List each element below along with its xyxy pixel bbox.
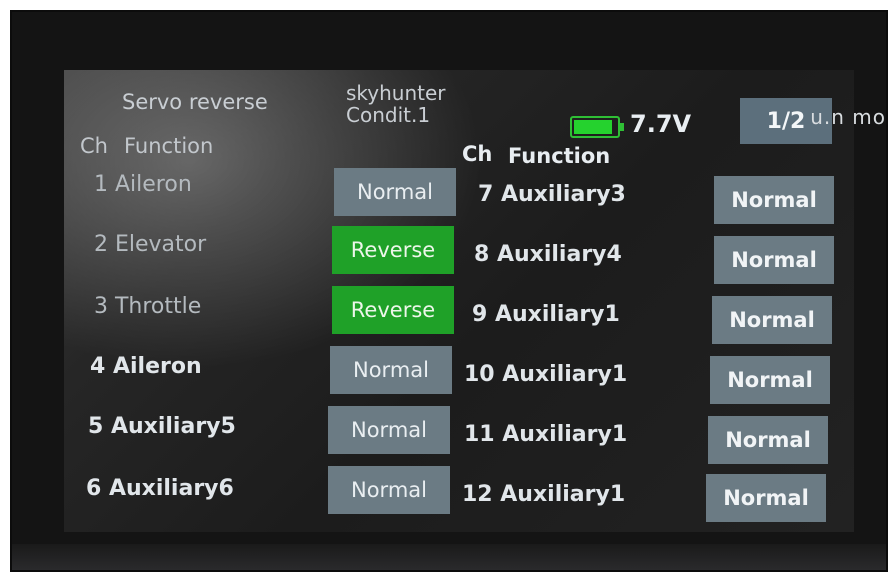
channel-label: 3 Throttle xyxy=(94,294,202,319)
model-info: skyhunter Condit.1 xyxy=(346,82,446,126)
channel-label: 1 Aileron xyxy=(94,172,192,197)
channel-5-reverse-button[interactable]: Normal xyxy=(328,406,450,454)
channel-label: 9 Auxiliary1 xyxy=(472,302,620,327)
channel-11-reverse-button[interactable]: Normal xyxy=(708,416,828,464)
channel-label: 2 Elevator xyxy=(94,232,207,257)
battery-icon xyxy=(570,116,624,138)
channel-7-reverse-button[interactable]: Normal xyxy=(714,176,834,224)
channel-label: 6 Auxiliary6 xyxy=(86,476,234,501)
channel-label: 12 Auxiliary1 xyxy=(462,482,626,507)
channel-label: 10 Auxiliary1 xyxy=(464,362,628,387)
left-header-function: Function xyxy=(124,134,214,158)
channel-1-reverse-button[interactable]: Normal xyxy=(334,168,456,216)
battery-tip xyxy=(620,123,624,131)
channel-label: 5 Auxiliary5 xyxy=(88,414,236,439)
channel-label: 8 Auxiliary4 xyxy=(474,242,622,267)
left-header-ch: Ch xyxy=(80,134,108,158)
lcd-screen: Servo reverse skyhunter Condit.1 7.7V 1/… xyxy=(64,70,854,532)
channel-4-reverse-button[interactable]: Normal xyxy=(330,346,452,394)
condition-label: Condit.1 xyxy=(346,103,431,127)
channel-3-reverse-button[interactable]: Reverse xyxy=(332,286,454,334)
channel-10-reverse-button[interactable]: Normal xyxy=(710,356,830,404)
right-header-function: Function xyxy=(508,144,611,168)
channel-2-reverse-button[interactable]: Reverse xyxy=(332,226,454,274)
screen-title: Servo reverse xyxy=(122,90,268,114)
model-name: skyhunter xyxy=(346,81,446,105)
battery-level-fill xyxy=(574,120,612,134)
transmitter-device: Servo reverse skyhunter Condit.1 7.7V 1/… xyxy=(10,10,888,572)
channel-8-reverse-button[interactable]: Normal xyxy=(714,236,834,284)
channel-label: 11 Auxiliary1 xyxy=(464,422,628,447)
channel-label: 4 Aileron xyxy=(90,354,202,379)
channel-12-reverse-button[interactable]: Normal xyxy=(706,474,826,522)
channel-6-reverse-button[interactable]: Normal xyxy=(328,466,450,514)
device-bezel xyxy=(12,544,886,570)
device-side-label: u.n mo xyxy=(810,105,886,129)
right-header-ch: Ch xyxy=(462,142,493,166)
voltage-readout: 7.7V xyxy=(630,110,692,138)
channel-9-reverse-button[interactable]: Normal xyxy=(712,296,832,344)
channel-label: 7 Auxiliary3 xyxy=(478,182,626,207)
